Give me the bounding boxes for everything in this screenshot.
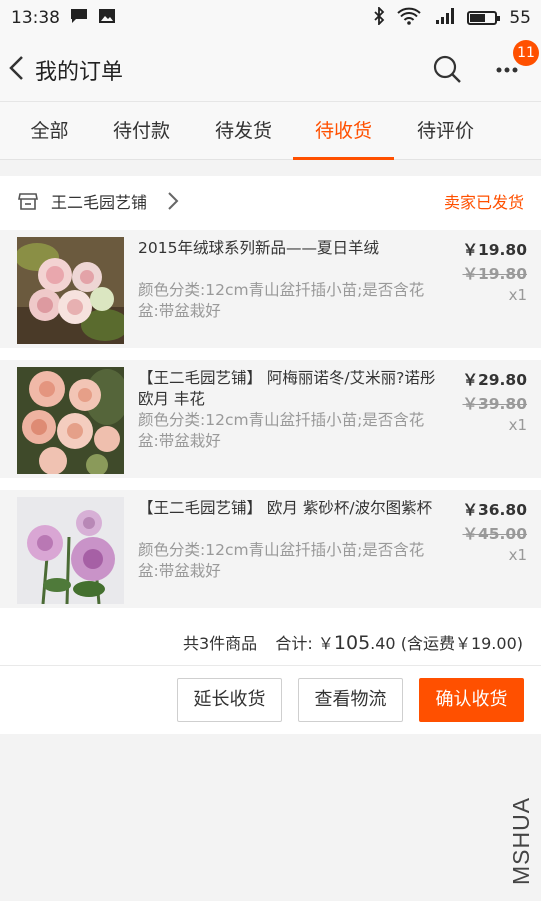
shipping-fee: (含运费￥19.00) [400, 634, 523, 653]
notification-badge: 11 [513, 40, 539, 66]
product-title: 2015年绒球系列新品——夏日羊绒 [138, 239, 379, 257]
item-count: 共3件商品 [183, 634, 258, 653]
tab-pending-receipt[interactable]: 待收货 [293, 102, 394, 160]
battery-percent: 55 [509, 8, 531, 28]
view-logistics-button[interactable]: 查看物流 [298, 678, 403, 722]
total-currency: ￥ [317, 634, 334, 653]
product-quantity: x1 [508, 416, 527, 434]
order-summary: 共3件商品 合计: ￥105.40 (含运费￥19.00) [0, 616, 541, 666]
tab-all[interactable]: 全部 [22, 102, 77, 160]
order-card: 王二毛园艺铺 卖家已发货 2015年绒球系列新品——夏日羊绒 颜色分类:12cm… [0, 176, 541, 734]
watermark: MSHUA [502, 785, 538, 885]
shop-header[interactable]: 王二毛园艺铺 卖家已发货 [0, 176, 541, 226]
product-title: 【王二毛园艺铺】 欧月 紫砂杯/波尔图紫杯 [138, 499, 433, 517]
total-label: 合计: [275, 634, 313, 653]
order-summary-text: 共3件商品 合计: ￥105.40 (含运费￥19.00) [183, 630, 523, 654]
product-spec: 颜色分类:12cm青山盆扦插小苗;是否含花盆:带盆栽好 [138, 411, 425, 450]
image-icon [98, 8, 116, 29]
product-quantity: x1 [508, 546, 527, 564]
extend-receipt-button[interactable]: 延长收货 [177, 678, 282, 722]
shop-icon [18, 191, 38, 211]
total-amount-integer: 105 [333, 632, 371, 654]
tab-pending-payment[interactable]: 待付款 [104, 102, 179, 160]
message-icon [70, 8, 88, 29]
order-status: 卖家已发货 [443, 193, 524, 212]
product-price: ￥19.80 [462, 241, 527, 259]
status-bar: 13:38 55 [0, 0, 541, 36]
product-quantity: x1 [508, 286, 527, 304]
product-price: ￥29.80 [462, 371, 527, 389]
order-item[interactable]: 2015年绒球系列新品——夏日羊绒 颜色分类:12cm青山盆扦插小苗;是否含花盆… [0, 230, 541, 348]
bluetooth-icon [373, 5, 385, 30]
product-thumbnail[interactable] [17, 367, 124, 474]
order-actions: 延长收货 查看物流 确认收货 [0, 666, 541, 734]
search-icon[interactable] [432, 54, 462, 84]
order-item[interactable]: 【王二毛园艺铺】 欧月 紫砂杯/波尔图紫杯 颜色分类:12cm青山盆扦插小苗;是… [0, 490, 541, 608]
product-thumbnail[interactable] [17, 237, 124, 344]
shop-name: 王二毛园艺铺 [51, 193, 148, 212]
nav-bar: 我的订单 11 [0, 36, 541, 102]
product-original-price: ￥19.80 [462, 265, 527, 283]
chevron-right-icon [166, 190, 180, 212]
battery-icon [467, 11, 501, 25]
order-item[interactable]: 【王二毛园艺铺】 阿梅丽诺冬/艾米丽?诺彤 欧月 丰花 颜色分类:12cm青山盆… [0, 360, 541, 478]
confirm-receipt-button[interactable]: 确认收货 [419, 678, 524, 722]
watermark-text: MSHUA [508, 797, 534, 885]
wifi-icon [397, 7, 422, 30]
product-original-price: ￥45.00 [462, 525, 527, 543]
status-time: 13:38 [11, 8, 60, 28]
total-amount-decimal: .40 [370, 634, 396, 653]
product-price: ￥36.80 [462, 501, 527, 519]
tab-pending-review[interactable]: 待评价 [407, 102, 484, 160]
product-spec: 颜色分类:12cm青山盆扦插小苗;是否含花盆:带盆栽好 [138, 281, 425, 320]
product-original-price: ￥39.80 [462, 395, 527, 413]
signal-icon [433, 7, 455, 30]
tab-pending-shipment[interactable]: 待发货 [206, 102, 281, 160]
back-icon[interactable] [6, 54, 28, 82]
product-spec: 颜色分类:12cm青山盆扦插小苗;是否含花盆:带盆栽好 [138, 541, 425, 580]
product-thumbnail[interactable] [17, 497, 124, 604]
page-title: 我的订单 [35, 60, 124, 85]
order-tabs: 全部 待付款 待发货 待收货 待评价 [0, 102, 541, 160]
product-title: 【王二毛园艺铺】 阿梅丽诺冬/艾米丽?诺彤 欧月 丰花 [138, 369, 436, 408]
